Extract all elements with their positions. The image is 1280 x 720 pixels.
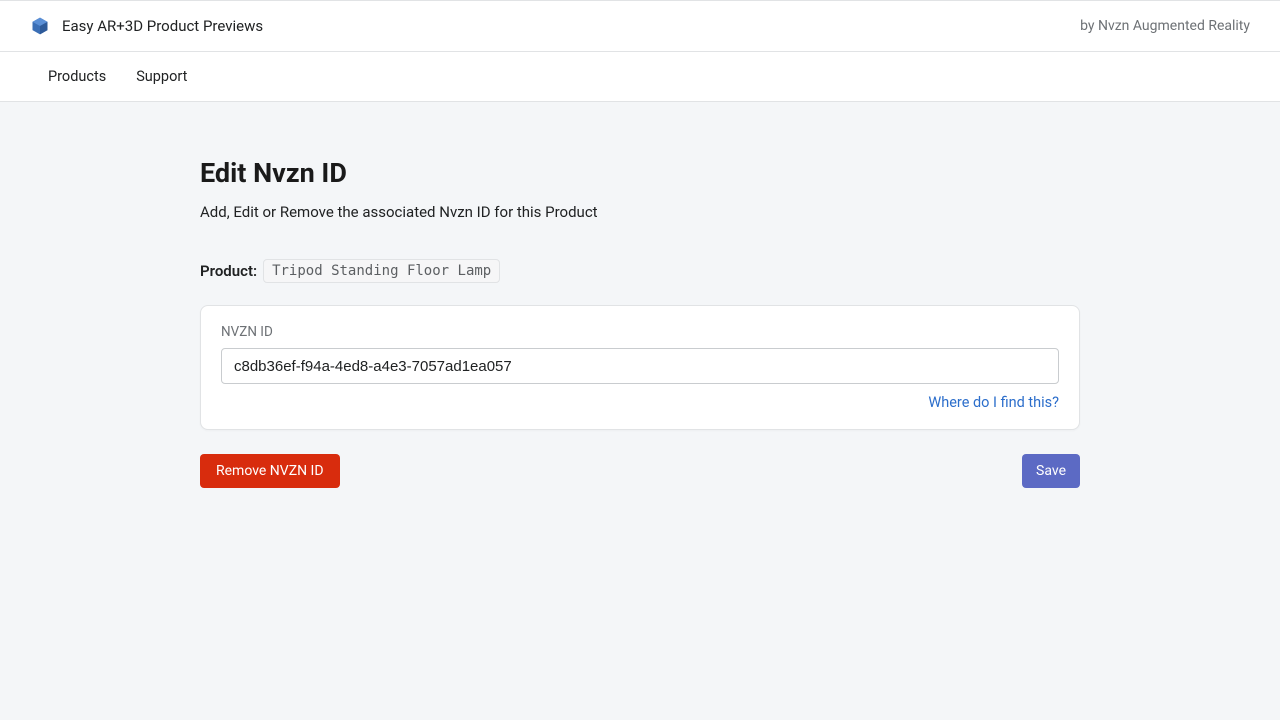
- nvzn-id-label: NVZN ID: [221, 324, 1059, 340]
- app-header: Easy AR+3D Product Previews by Nvzn Augm…: [0, 0, 1280, 52]
- nvzn-id-input[interactable]: [221, 348, 1059, 384]
- content-area: Edit Nvzn ID Add, Edit or Remove the ass…: [0, 102, 1280, 488]
- nav-bar: Products Support: [0, 52, 1280, 102]
- page-subtitle: Add, Edit or Remove the associated Nvzn …: [200, 203, 1080, 221]
- app-title: Easy AR+3D Product Previews: [62, 17, 263, 35]
- page: Edit Nvzn ID Add, Edit or Remove the ass…: [200, 157, 1080, 488]
- app-author: by Nvzn Augmented Reality: [1080, 18, 1250, 34]
- nvzn-id-card: NVZN ID Where do I find this?: [200, 305, 1080, 430]
- product-line: Product: Tripod Standing Floor Lamp: [200, 259, 1080, 283]
- nav-support[interactable]: Support: [136, 68, 187, 85]
- author-prefix: by: [1080, 18, 1098, 34]
- author-name: Nvzn Augmented Reality: [1098, 18, 1250, 34]
- save-button[interactable]: Save: [1022, 454, 1080, 488]
- nav-products[interactable]: Products: [48, 68, 106, 85]
- product-name: Tripod Standing Floor Lamp: [263, 259, 500, 283]
- help-link-row: Where do I find this?: [221, 394, 1059, 411]
- button-row: Remove NVZN ID Save: [200, 454, 1080, 488]
- app-logo-icon: [30, 16, 50, 36]
- product-label: Product:: [200, 262, 257, 280]
- help-link[interactable]: Where do I find this?: [928, 394, 1059, 411]
- page-title: Edit Nvzn ID: [200, 157, 1080, 189]
- remove-button[interactable]: Remove NVZN ID: [200, 454, 340, 488]
